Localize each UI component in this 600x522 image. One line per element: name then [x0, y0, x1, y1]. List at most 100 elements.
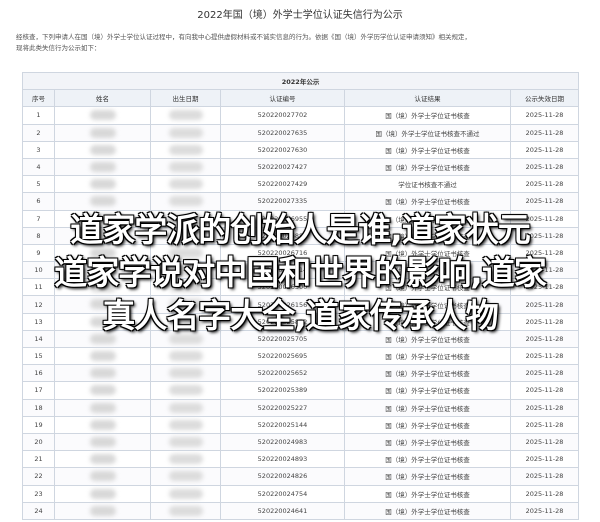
header-index: 序号 [22, 89, 55, 108]
table-row: 16 520220025652 国（境）外学士学位证书核查 2025-11-28 [22, 364, 580, 383]
table-row: 22 520220024826 国（境）外学士学位证书核查 2025-11-28 [22, 467, 580, 486]
cell-dob-redacted [150, 450, 221, 469]
table-row: 1 520220027702 国（境）外学士学位证书核查 2025-11-28 [22, 106, 580, 125]
cell-cert-id: 520220025227 [220, 398, 345, 417]
overlay-headline: 道家学派的创始人是谁,道家状元 道家学说对中国和世界的影响,道家 真人名字大全,… [0, 208, 600, 337]
cell-index: 4 [22, 157, 55, 177]
cell-cert-id: 520220024754 [220, 484, 345, 503]
cell-index: 5 [22, 175, 55, 194]
intro-text: 经核查，下列申请人在国（境）外学士学位认证过程中，有向我中心提供虚假材料或不诚实… [16, 32, 584, 54]
table-caption-row: 2022年公示 [21, 71, 580, 91]
cell-expire-date: 2025-11-28 [509, 157, 580, 177]
cell-index: 1 [22, 106, 55, 125]
cell-cert-id: 520220025652 [220, 364, 345, 383]
cell-name-redacted [54, 432, 151, 452]
table-row: 19 520220025144 国（境）外学士学位证书核查 2025-11-28 [22, 415, 580, 434]
cell-name-redacted [54, 106, 151, 125]
cell-index: 16 [22, 364, 55, 383]
cell-result: 国（境）外学士学位证书核查 [344, 415, 511, 434]
table-row: 24 520220024641 国（境）外学士学位证书核查 2025-11-28 [22, 501, 580, 520]
cell-index: 22 [22, 467, 55, 486]
cell-dob-redacted [150, 346, 221, 366]
header-expire-date: 公示失效日期 [509, 89, 580, 108]
cell-expire-date: 2025-11-28 [509, 175, 580, 194]
document-title: 2022年国（境）外学士学位认证失信行为公示 [197, 10, 403, 21]
cell-cert-id: 520220027630 [220, 140, 345, 159]
cell-result: 国（境）外学士学位证书核查 [344, 467, 511, 486]
cell-index: 24 [22, 501, 55, 520]
cell-index: 18 [22, 398, 55, 417]
overlay-line-3: 真人名字大全,道家传承人物 [102, 296, 499, 335]
cell-dob-redacted [150, 501, 221, 520]
table-row: 21 520220024893 国（境）外学士学位证书核查 2025-11-28 [22, 450, 580, 469]
cell-result: 国（境）外学士学位证书核查 [344, 346, 511, 366]
table-row: 18 520220025227 国（境）外学士学位证书核查 2025-11-28 [22, 398, 580, 417]
cell-dob-redacted [150, 432, 221, 452]
overlay-line-1: 道家学派的创始人是谁,道家状元 [70, 210, 531, 249]
cell-expire-date: 2025-11-28 [509, 415, 580, 434]
cell-result: 国（境）外学士学位证书核查 [344, 157, 511, 177]
cell-cert-id: 520220024641 [220, 501, 345, 520]
cell-result: 国（境）外学士学位证书核查 [344, 398, 511, 417]
cell-expire-date: 2025-11-28 [509, 398, 580, 417]
header-name: 姓名 [54, 89, 151, 108]
cell-name-redacted [54, 415, 151, 434]
cell-name-redacted [54, 398, 151, 417]
table-row: 17 520220025389 国（境）外学士学位证书核查 2025-11-28 [22, 381, 580, 400]
cell-result: 国（境）外学士学位证书核查 [344, 381, 511, 400]
cell-name-redacted [54, 123, 151, 142]
cell-expire-date: 2025-11-28 [509, 140, 580, 159]
table-row: 2 520220027635 国（境）外学士学位证书核查不通过 2025-11-28 [22, 123, 580, 142]
cell-name-redacted [54, 501, 151, 520]
table-row: 4 520220027427 国（境）外学士学位证书核查 2025-11-28 [22, 157, 580, 177]
table-row: 20 520220024983 国（境）外学士学位证书核查 2025-11-28 [22, 432, 580, 452]
cell-expire-date: 2025-11-28 [509, 364, 580, 383]
cell-cert-id: 520220027429 [220, 175, 345, 194]
cell-dob-redacted [150, 123, 221, 142]
cell-result: 国（境）外学士学位证书核查 [344, 106, 511, 125]
cell-cert-id: 520220025695 [220, 346, 345, 366]
cell-cert-id: 520220027635 [220, 123, 345, 142]
cell-expire-date: 2025-11-28 [509, 432, 580, 452]
header-dob: 出生日期 [150, 89, 221, 108]
table-header-row: 序号 姓名 出生日期 认证编号 认证结果 公示失效日期 [22, 89, 580, 108]
cell-index: 23 [22, 484, 55, 503]
intro-line-1: 经核查，下列申请人在国（境）外学士学位认证过程中，有向我中心提供虚假材料或不诚实… [16, 33, 471, 41]
cell-name-redacted [54, 346, 151, 366]
cell-index: 2 [22, 123, 55, 142]
cell-dob-redacted [150, 140, 221, 159]
cell-dob-redacted [150, 484, 221, 503]
cell-dob-redacted [150, 106, 221, 125]
cell-index: 17 [22, 381, 55, 400]
cell-name-redacted [54, 157, 151, 177]
cell-name-redacted [54, 467, 151, 486]
cell-name-redacted [54, 450, 151, 469]
cell-result: 国（境）外学士学位证书核查 [344, 484, 511, 503]
cell-dob-redacted [150, 364, 221, 383]
cell-index: 21 [22, 450, 55, 469]
cell-name-redacted [54, 140, 151, 159]
cell-expire-date: 2025-11-28 [509, 123, 580, 142]
cell-dob-redacted [150, 467, 221, 486]
cell-dob-redacted [150, 415, 221, 434]
cell-cert-id: 520220025144 [220, 415, 345, 434]
overlay-line-2: 道家学说对中国和世界的影响,道家 [54, 253, 547, 292]
cell-dob-redacted [150, 175, 221, 194]
table-caption: 2022年公示 [21, 71, 580, 91]
cell-result: 国（境）外学士学位证书核查不通过 [344, 123, 511, 142]
cell-expire-date: 2025-11-28 [509, 467, 580, 486]
cell-expire-date: 2025-11-28 [509, 484, 580, 503]
cell-cert-id: 520220027427 [220, 157, 345, 177]
cell-name-redacted [54, 484, 151, 503]
cell-expire-date: 2025-11-28 [509, 501, 580, 520]
cell-name-redacted [54, 175, 151, 194]
header-cert-id: 认证编号 [220, 89, 345, 108]
cell-result: 国（境）外学士学位证书核查 [344, 501, 511, 520]
table-row: 3 520220027630 国（境）外学士学位证书核查 2025-11-28 [22, 140, 580, 159]
cell-index: 19 [22, 415, 55, 434]
cell-expire-date: 2025-11-28 [509, 381, 580, 400]
table-row: 15 520220025695 国（境）外学士学位证书核查 2025-11-28 [22, 346, 580, 366]
cell-dob-redacted [150, 381, 221, 400]
cell-expire-date: 2025-11-28 [509, 450, 580, 469]
cell-result: 学位证书核查不通过 [344, 175, 511, 194]
